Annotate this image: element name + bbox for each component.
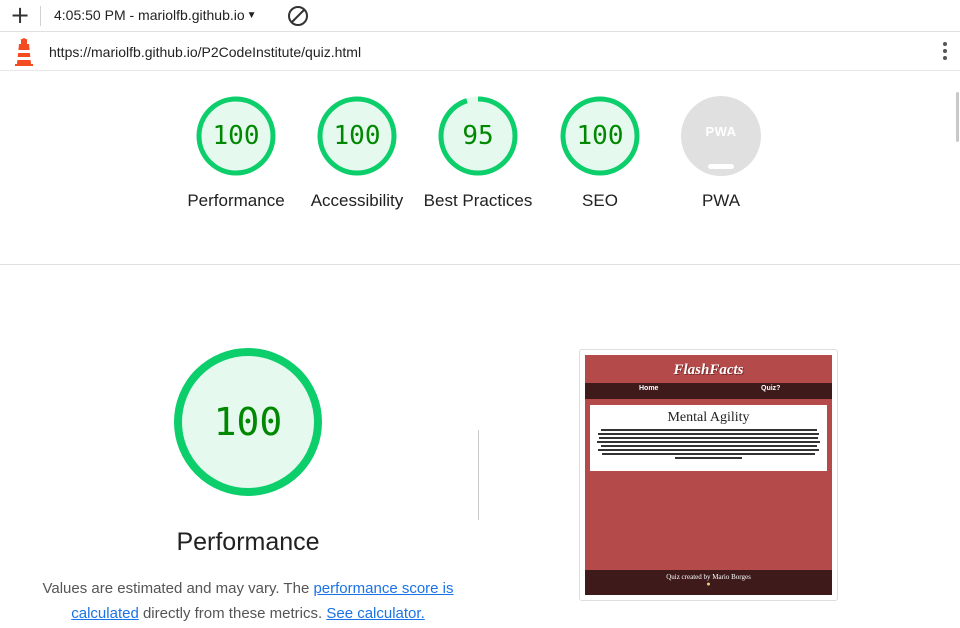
gauge-label: Performance bbox=[187, 191, 285, 210]
scrollbar[interactable] bbox=[956, 92, 959, 142]
performance-score: 100 bbox=[213, 400, 283, 444]
pwa-badge-text: PWA bbox=[705, 124, 737, 139]
gauge-seo[interactable]: 100 SEO bbox=[545, 94, 655, 213]
desc-text: directly from these metrics. bbox=[138, 605, 327, 622]
report-selector[interactable]: 4:05:50 PM - mariolfb.github.io ▼ bbox=[54, 7, 257, 23]
performance-description: Values are estimated and may vary. The p… bbox=[40, 576, 456, 626]
calculator-link[interactable]: See calculator. bbox=[326, 605, 424, 622]
final-screenshot[interactable]: FlashFacts Home Quiz? Mental Agility Qui… bbox=[585, 355, 832, 595]
desc-text: Values are estimated and may vary. The bbox=[42, 580, 314, 597]
gauge-score: 100 bbox=[576, 121, 624, 151]
screenshot-site-title: FlashFacts bbox=[673, 362, 744, 378]
screenshot-footer-text: Quiz created by Mario Borges bbox=[666, 573, 751, 581]
url-bar: https://mariolfb.github.io/P2CodeInstitu… bbox=[0, 33, 960, 71]
gauge-label: Accessibility bbox=[310, 191, 404, 210]
screenshot-nav: Home Quiz? bbox=[585, 383, 832, 399]
plus-icon[interactable]: + bbox=[10, 3, 30, 27]
lighthouse-icon bbox=[15, 38, 33, 66]
gauge-best-practices[interactable]: 95 Best Practices bbox=[423, 94, 533, 213]
screenshot-card-text bbox=[596, 429, 821, 459]
screenshot-card-title: Mental Agility bbox=[667, 410, 750, 425]
page-url[interactable]: https://mariolfb.github.io/P2CodeInstitu… bbox=[49, 44, 361, 60]
screenshot-card: Mental Agility bbox=[590, 405, 827, 471]
github-icon: ● bbox=[706, 581, 711, 588]
gauge-accessibility[interactable]: 100 Accessibility bbox=[302, 94, 412, 213]
gauge-score: 100 bbox=[333, 121, 381, 151]
block-icon[interactable] bbox=[288, 6, 308, 26]
pwa-dash-icon bbox=[708, 164, 734, 169]
score-summary: 100 Performance 100 Accessibility 95 Bes… bbox=[0, 72, 960, 265]
gauge-label: Best Practices bbox=[423, 191, 533, 210]
gauge-pwa[interactable]: PWA PWA bbox=[666, 94, 776, 213]
caret-down-icon: ▼ bbox=[246, 10, 257, 21]
gauge-score: 100 bbox=[212, 121, 260, 151]
kebab-icon[interactable] bbox=[942, 42, 948, 62]
performance-title: Performance bbox=[176, 528, 320, 556]
screenshot-nav-quiz: Quiz? bbox=[761, 385, 781, 392]
gauge-label: PWA bbox=[701, 191, 741, 210]
gauge-label: SEO bbox=[582, 191, 618, 210]
gauge-performance[interactable]: 100 Performance bbox=[181, 94, 291, 213]
browser-toolbar: + 4:05:50 PM - mariolfb.github.io ▼ bbox=[0, 0, 960, 32]
gauge-score: 95 bbox=[462, 121, 494, 151]
section-divider bbox=[478, 430, 479, 520]
toolbar-divider bbox=[40, 6, 41, 26]
screenshot-footer: Quiz created by Mario Borges ● bbox=[585, 570, 832, 595]
screenshot-nav-home: Home bbox=[639, 385, 659, 392]
report-selector-label: 4:05:50 PM - mariolfb.github.io bbox=[54, 7, 245, 23]
